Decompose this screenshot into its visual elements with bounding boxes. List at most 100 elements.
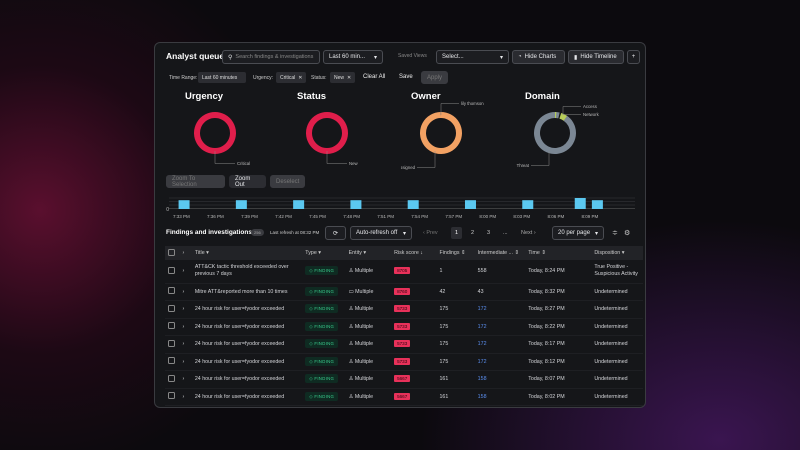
intermediate-count[interactable]: 172	[474, 335, 526, 354]
zoom-out-button[interactable]: Zoom Out	[229, 175, 266, 188]
table-row[interactable]: › Mitre ATT&reported more than 10 times …	[165, 283, 643, 301]
donut-chart-status[interactable]: New	[287, 98, 407, 173]
clear-all-button[interactable]: Clear All	[363, 74, 385, 80]
donut-slice[interactable]	[534, 112, 576, 154]
donut-chart-domain[interactable]: Threat Network Access	[515, 98, 635, 173]
sort-icon[interactable]: ⇕	[461, 250, 465, 256]
hide-charts-button[interactable]: ◔ Hide Charts	[512, 50, 565, 64]
select-all-checkbox[interactable]	[168, 248, 175, 256]
sort-icon[interactable]: ▾	[206, 250, 209, 256]
column-header[interactable]: Title ▾	[191, 246, 303, 260]
time-range-chip[interactable]: Last 60 minutes	[198, 72, 246, 83]
timeline-bar[interactable]	[591, 200, 603, 209]
sort-icon[interactable]: ▾	[318, 250, 321, 256]
expand-row-icon[interactable]: ›	[179, 283, 192, 301]
intermediate-count[interactable]: 158	[474, 388, 526, 406]
column-header[interactable]: Intermediate ... ⇕	[474, 246, 526, 260]
sort-icon[interactable]: ▾	[622, 250, 625, 256]
intermediate-count[interactable]: 158	[474, 370, 526, 389]
column-header[interactable]: Risk score ↓	[391, 246, 437, 260]
table-row[interactable]: › ATT&CK tactic threshold exceeded over …	[165, 260, 643, 284]
row-title[interactable]: 24 hour risk for user=fyodor exceeded	[191, 388, 303, 406]
row-checkbox[interactable]	[168, 374, 175, 382]
select-all-header[interactable]	[165, 246, 180, 260]
urgency-chip[interactable]: Critical ✕	[276, 72, 307, 83]
add-button[interactable]: +	[627, 50, 640, 64]
row-checkbox[interactable]	[168, 392, 175, 400]
expand-row-icon[interactable]: ›	[179, 318, 192, 336]
page-button[interactable]: 1	[451, 227, 463, 239]
row-checkbox[interactable]	[168, 357, 175, 365]
expand-row-icon[interactable]: ›	[179, 300, 192, 319]
expand-row-icon[interactable]: ›	[179, 335, 192, 354]
row-checkbox[interactable]	[168, 304, 175, 312]
expand-all-header[interactable]: ›	[179, 246, 192, 260]
timeline-bar[interactable]	[407, 200, 419, 209]
donut-slice[interactable]	[559, 112, 568, 121]
timeline-chart[interactable]: 0 7:33 PM 7:36 PM 7:39 PM 7:42 PM 7:45 PM 7:48…	[155, 190, 646, 220]
prev-button[interactable]: ‹ Prev	[423, 230, 438, 236]
donut-chart-urgency[interactable]: Critical	[175, 98, 295, 173]
donut-chart-owner[interactable]: unassigned lily thomson	[401, 98, 521, 173]
row-title[interactable]: ATT&CK tactic threshold exceeded over pr…	[191, 260, 303, 284]
row-title[interactable]: 24 hour risk for user=fyodor exceeded	[191, 370, 303, 389]
row-checkbox[interactable]	[168, 287, 175, 295]
timeline-bar[interactable]	[574, 198, 586, 209]
expand-row-icon[interactable]: ›	[179, 370, 192, 389]
column-header[interactable]: Disposition ▾	[591, 246, 643, 260]
timeline-bar[interactable]	[235, 200, 247, 209]
expand-row-icon[interactable]: ›	[179, 260, 192, 284]
search-input[interactable]: ⚲ Search findings & investigations	[222, 50, 320, 64]
page-button[interactable]: 3	[487, 230, 490, 236]
page-button[interactable]: ...	[503, 230, 508, 236]
sort-icon[interactable]: ⇕	[515, 250, 519, 256]
status-chip[interactable]: New ✕	[330, 72, 356, 83]
refresh-button[interactable]: ⟳	[325, 226, 346, 240]
zoom-to-selection-button[interactable]: Zoom To Selection	[166, 175, 225, 188]
donut-slice[interactable]	[306, 112, 348, 154]
close-icon[interactable]: ✕	[298, 75, 302, 81]
table-row[interactable]: › 24 hour risk for user=fyodor exceeded …	[165, 300, 643, 319]
table-row[interactable]: › 24 hour risk for user=fyodor exceeded …	[165, 353, 643, 371]
deselect-button[interactable]: Deselect	[270, 175, 305, 188]
row-checkbox[interactable]	[168, 266, 175, 274]
table-row[interactable]: › 24 hour risk for user=fyodor exceeded …	[165, 335, 643, 354]
column-header[interactable]: Findings ⇕	[436, 246, 475, 260]
density-icon[interactable]: ≑	[612, 229, 618, 237]
timeline-bar[interactable]	[522, 200, 534, 209]
save-button[interactable]: Save	[399, 74, 413, 80]
per-page-select[interactable]: 20 per page ▾	[552, 226, 604, 240]
sort-icon[interactable]: ⇕	[541, 250, 545, 256]
row-title[interactable]: 24 hour risk for user=fyodor exceeded	[191, 300, 303, 319]
auto-refresh-select[interactable]: Auto-refresh off ▾	[350, 226, 412, 240]
settings-icon[interactable]: ⚙	[624, 229, 630, 237]
table-row[interactable]: › 24 hour risk for user=fyodor exceeded …	[165, 318, 643, 336]
apply-button[interactable]: Apply	[421, 71, 448, 84]
timeline-bar[interactable]	[350, 200, 362, 209]
column-header[interactable]: Type ▾	[302, 246, 346, 260]
column-header[interactable]: Entity ▾	[345, 246, 392, 260]
donut-slice[interactable]	[194, 112, 236, 154]
row-checkbox[interactable]	[168, 322, 175, 330]
intermediate-count[interactable]: 172	[474, 318, 526, 336]
sort-icon[interactable]: ▾	[363, 250, 366, 256]
row-title[interactable]: 24 hour risk for user=fyodor exceeded	[191, 335, 303, 354]
timeline-bar[interactable]	[464, 200, 476, 209]
intermediate-count[interactable]: 172	[474, 300, 526, 319]
intermediate-count[interactable]: 172	[474, 353, 526, 371]
hide-timeline-button[interactable]: ▮ Hide Timeline	[568, 50, 624, 64]
table-row[interactable]: › 24 hour risk for user=fyodor exceeded …	[165, 388, 643, 406]
timeline-bar[interactable]	[293, 200, 305, 209]
next-button[interactable]: Next ›	[521, 230, 536, 236]
close-icon[interactable]: ✕	[347, 75, 351, 81]
sort-icon[interactable]: ↓	[420, 250, 423, 256]
saved-views-select[interactable]: Select... ▾	[436, 50, 509, 64]
row-title[interactable]: 24 hour risk for user=fyodor exceeded	[191, 318, 303, 336]
expand-row-icon[interactable]: ›	[179, 353, 192, 371]
donut-slice[interactable]	[420, 112, 462, 154]
expand-row-icon[interactable]: ›	[179, 388, 192, 406]
row-checkbox[interactable]	[168, 339, 175, 347]
column-header[interactable]: Time ⇕	[525, 246, 592, 260]
time-select[interactable]: Last 60 min... ▾	[323, 50, 383, 64]
page-button[interactable]: 2	[471, 230, 474, 236]
